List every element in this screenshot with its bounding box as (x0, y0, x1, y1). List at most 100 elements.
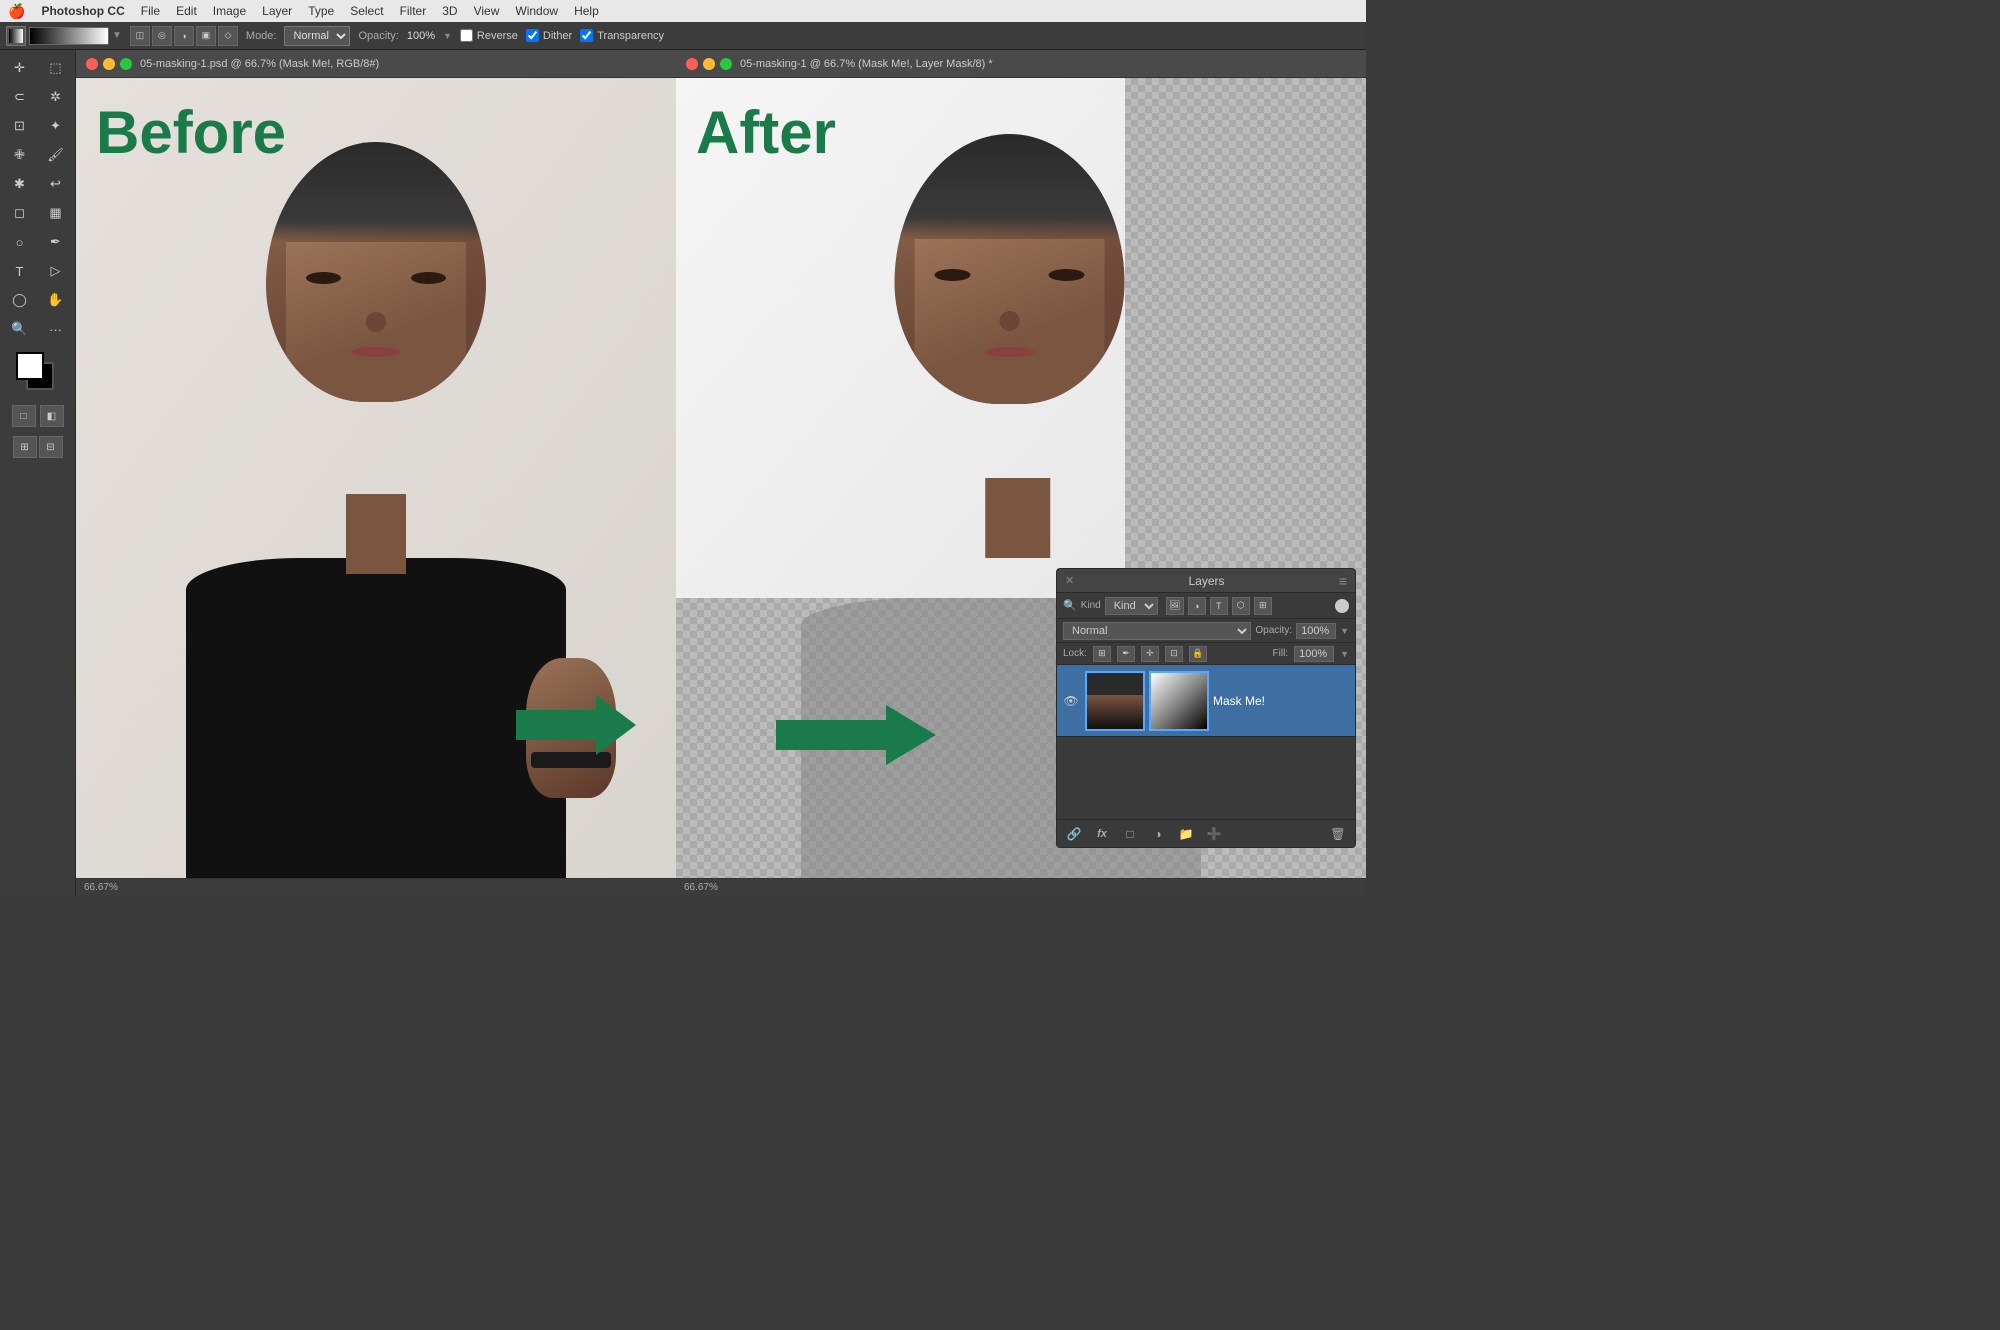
quick-mask-btn[interactable]: ◧ (40, 405, 64, 427)
layers-lock-position-btn[interactable]: ✒ (1117, 646, 1135, 662)
layers-lock-extra-btn[interactable]: 🔒 (1189, 646, 1207, 662)
menu-select[interactable]: Select (350, 4, 383, 18)
pen-tool[interactable]: ✒ (39, 228, 73, 256)
linear-gradient-btn[interactable]: ◫ (130, 26, 150, 46)
layers-link-btn[interactable]: 🔗 (1063, 824, 1085, 844)
after-doc-tab: 05-masking-1 @ 66.7% (Mask Me!, Layer Ma… (676, 50, 1366, 78)
layers-smart-filter-btn[interactable]: ⊞ (1254, 597, 1272, 615)
menu-view[interactable]: View (474, 4, 500, 18)
layers-shape-filter-btn[interactable]: ⬡ (1232, 597, 1250, 615)
layers-lock-all-btn[interactable]: ⊡ (1165, 646, 1183, 662)
menu-file[interactable]: File (141, 4, 160, 18)
foreground-color[interactable] (16, 352, 44, 380)
layers-mask-btn[interactable]: □ (1119, 824, 1141, 844)
after-canvas[interactable]: After (676, 78, 1366, 878)
radial-gradient-btn[interactable]: ◎ (152, 26, 172, 46)
layers-group-btn[interactable]: 📁 (1175, 824, 1197, 844)
crop-tool[interactable]: ⊡ (3, 112, 37, 140)
layers-fx-btn[interactable]: fx (1091, 824, 1113, 844)
layers-pixel-filter-btn[interactable]: 🖼 (1166, 597, 1184, 615)
close-window-btn[interactable] (86, 58, 98, 70)
opacity-value[interactable]: 100% (407, 30, 435, 42)
menu-filter[interactable]: Filter (400, 4, 427, 18)
layers-blend-row: Normal Opacity: ▼ (1057, 619, 1355, 643)
layers-new-layer-btn[interactable]: ➕ (1203, 824, 1225, 844)
layer-thumbnail[interactable] (1085, 671, 1145, 731)
layers-fill-label: Fill: (1273, 648, 1289, 659)
layers-layer-row[interactable]: 👁 Mask Me! (1057, 665, 1355, 737)
menu-image[interactable]: Image (213, 4, 246, 18)
eyedropper-tool[interactable]: ✦ (39, 112, 73, 140)
brush-tool[interactable]: 🖌 (39, 141, 73, 169)
layers-lock-artboard-btn[interactable]: ✛ (1141, 646, 1159, 662)
after-minimize-btn[interactable] (703, 58, 715, 70)
gradient-preview[interactable] (29, 27, 109, 45)
layers-adjustment-btn[interactable]: ◑ (1147, 824, 1169, 844)
opacity-dropdown-icon[interactable]: ▼ (443, 31, 452, 41)
type-tool[interactable]: T (3, 257, 37, 285)
menu-type[interactable]: Type (308, 4, 334, 18)
menu-edit[interactable]: Edit (176, 4, 197, 18)
diamond-gradient-btn[interactable]: ◇ (218, 26, 238, 46)
gradient-tool[interactable]: ▦ (39, 199, 73, 227)
path-selection-tool[interactable]: ▷ (39, 257, 73, 285)
marquee-tool[interactable]: ⬚ (39, 54, 73, 82)
layers-blend-select[interactable]: Normal (1063, 622, 1251, 640)
layer-visibility-icon[interactable]: 👁 (1063, 693, 1079, 709)
healing-brush-tool[interactable]: ✙ (3, 141, 37, 169)
magic-wand-tool[interactable]: ✲ (39, 83, 73, 111)
layers-panel-title: Layers (1189, 574, 1225, 588)
before-canvas[interactable]: Before (76, 78, 676, 878)
layers-fill-dropdown[interactable]: ▼ (1340, 649, 1349, 659)
gradient-shape-buttons: ◫ ◎ ◑ ▣ ◇ (130, 26, 238, 46)
layers-type-filter-btn[interactable]: T (1210, 597, 1228, 615)
layers-opacity-dropdown[interactable]: ▼ (1340, 626, 1349, 636)
menu-layer[interactable]: Layer (262, 4, 292, 18)
screen-mode-btn[interactable]: ⊞ (13, 436, 37, 458)
options-toolbar: ▼ ◫ ◎ ◑ ▣ ◇ Mode: Normal Opacity: 100% ▼… (0, 22, 1366, 50)
reverse-checkbox[interactable] (460, 29, 473, 42)
layers-delete-btn[interactable]: 🗑 (1327, 824, 1349, 844)
clone-stamp-tool[interactable]: ✱ (3, 170, 37, 198)
maximize-window-btn[interactable] (120, 58, 132, 70)
before-eye-right (411, 272, 446, 284)
layers-filter-toggle-btn[interactable] (1335, 599, 1349, 613)
layers-kind-select[interactable]: Kind (1105, 597, 1158, 615)
transparency-checkbox[interactable] (580, 29, 593, 42)
after-window-controls (686, 58, 732, 70)
screen-mode-btn2[interactable]: ⊟ (39, 436, 63, 458)
layers-opacity-input[interactable] (1296, 623, 1336, 639)
menu-window[interactable]: Window (515, 4, 558, 18)
after-maximize-btn[interactable] (720, 58, 732, 70)
gradient-dropdown-icon[interactable]: ▼ (112, 30, 122, 41)
standard-mode-btn[interactable]: □ (12, 405, 36, 427)
reflected-gradient-btn[interactable]: ▣ (196, 26, 216, 46)
extra-tool[interactable]: ··· (39, 315, 73, 343)
layers-lock-pixels-btn[interactable]: ⊞ (1093, 646, 1111, 662)
minimize-window-btn[interactable] (103, 58, 115, 70)
layers-adjust-filter-btn[interactable]: ◑ (1188, 597, 1206, 615)
layers-fill-input[interactable] (1294, 646, 1334, 662)
gradient-type-selector[interactable] (6, 26, 26, 46)
hand-tool[interactable]: ✋ (39, 286, 73, 314)
angle-gradient-btn[interactable]: ◑ (174, 26, 194, 46)
zoom-tool[interactable]: 🔍 (3, 315, 37, 343)
layers-panel: ✕ Layers ≡ 🔍 Kind Kind 🖼 ◑ (1056, 568, 1356, 848)
mode-select[interactable]: Normal (284, 26, 350, 46)
history-brush-tool[interactable]: ↩ (39, 170, 73, 198)
layer-mask-thumbnail[interactable] (1149, 671, 1209, 731)
before-neck (346, 494, 406, 574)
move-tool[interactable]: ✛ (3, 54, 37, 82)
after-close-btn[interactable] (686, 58, 698, 70)
eraser-tool[interactable]: ◻ (3, 199, 37, 227)
menu-3d[interactable]: 3D (442, 4, 457, 18)
layers-panel-menu-icon[interactable]: ≡ (1339, 573, 1347, 589)
menu-help[interactable]: Help (574, 4, 599, 18)
dodge-tool[interactable]: ○ (3, 228, 37, 256)
layers-close-icon[interactable]: ✕ (1065, 574, 1074, 587)
dither-checkbox[interactable] (526, 29, 539, 42)
opacity-label: Opacity: (358, 30, 398, 42)
shape-tool[interactable]: ◯ (3, 286, 37, 314)
apple-menu[interactable]: 🍎 (8, 3, 25, 20)
lasso-tool[interactable]: ⊂ (3, 83, 37, 111)
